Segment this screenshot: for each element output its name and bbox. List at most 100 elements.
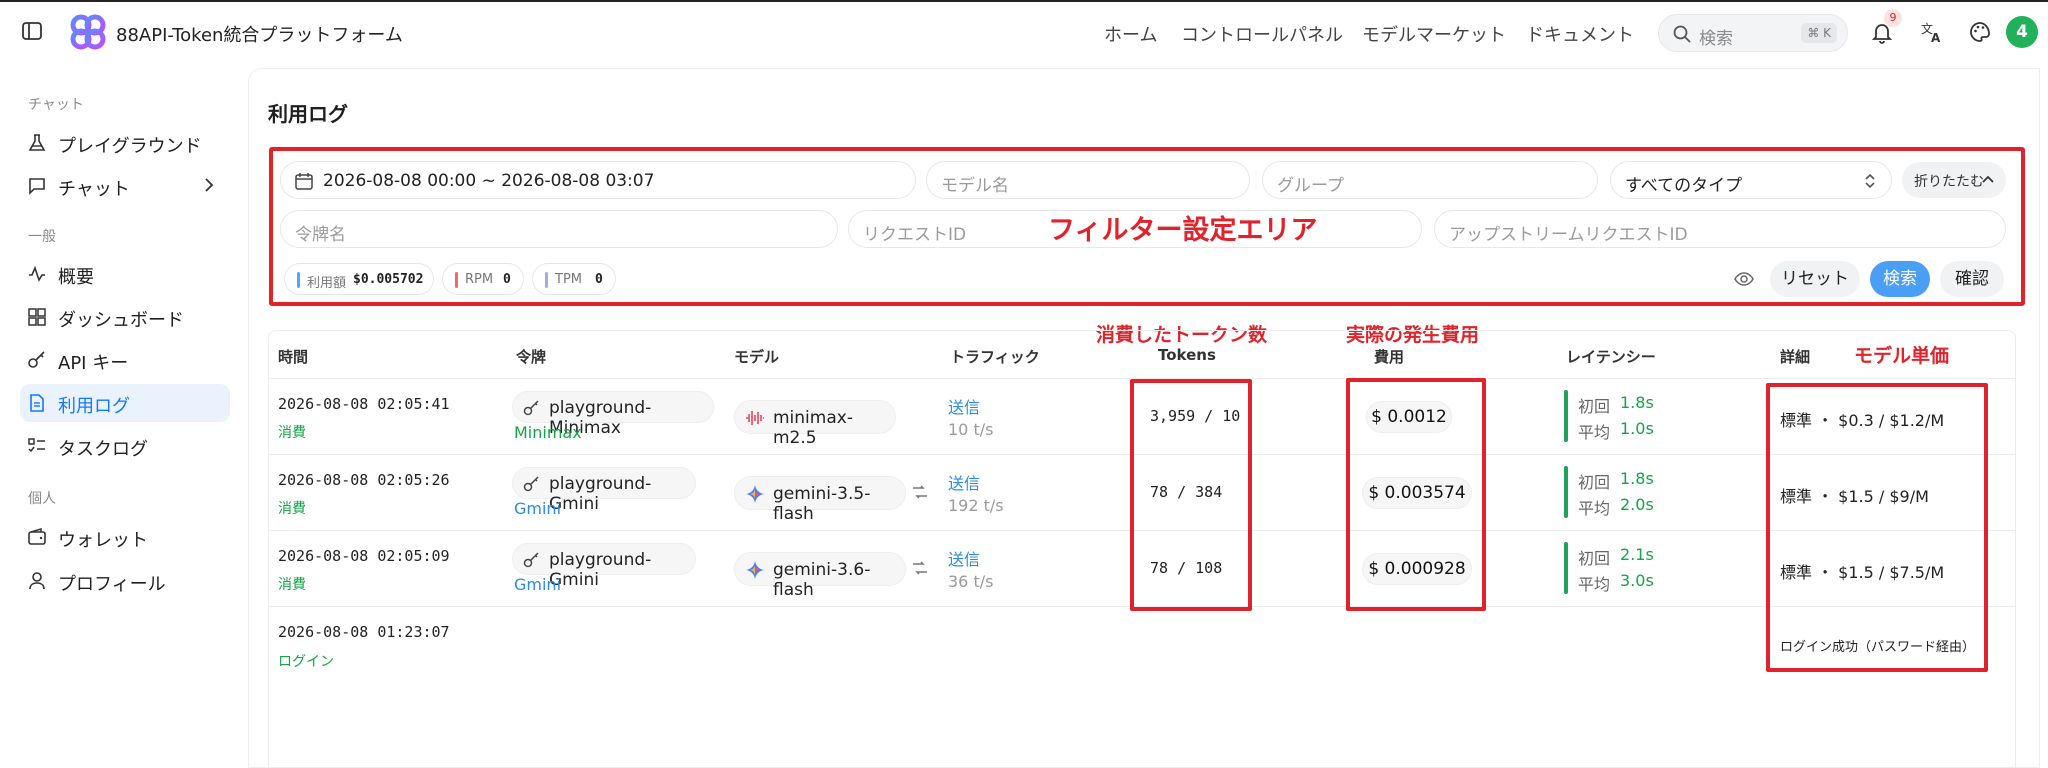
latency-avg-label: 平均 bbox=[1578, 423, 1611, 442]
usage-stat-value: $0.005702 bbox=[353, 272, 424, 287]
type-select[interactable]: すべてのタイプ bbox=[1610, 161, 1892, 199]
logo-icon[interactable] bbox=[70, 14, 106, 50]
user-avatar[interactable]: 4 bbox=[2006, 16, 2038, 48]
header-latency: レイテンシー bbox=[1566, 348, 1656, 366]
model-chip[interactable]: gemini-3.5-flash bbox=[734, 476, 906, 524]
key-icon bbox=[28, 351, 45, 368]
model-name: minimax-m2.5 bbox=[773, 408, 853, 448]
header-detail: 詳細 bbox=[1780, 348, 1811, 366]
chevron-updown-icon bbox=[1865, 173, 1875, 189]
row-time: 2026-08-08 01:23:07 bbox=[278, 623, 450, 641]
sidebar-item-playground[interactable]: プレイグラウンド bbox=[20, 124, 230, 162]
unit-price-annotation-box bbox=[1766, 383, 1988, 672]
token-name-placeholder: 令牌名 bbox=[295, 225, 346, 245]
request-id-placeholder: リクエストID bbox=[863, 225, 967, 245]
sidebar-item-wallet[interactable]: ウォレット bbox=[20, 518, 230, 556]
sidebar-item-label: プロフィール bbox=[58, 574, 166, 595]
sidebar-toggle-icon[interactable] bbox=[22, 22, 42, 40]
collapse-label: 折りたたむ bbox=[1914, 174, 1984, 190]
sidebar-item-label: プレイグラウンド bbox=[58, 136, 202, 157]
traffic-speed: 192 t/s bbox=[948, 496, 1004, 515]
row-kind: 消費 bbox=[278, 425, 306, 441]
sidebar-section-personal: 個人 bbox=[28, 491, 56, 507]
route-icon[interactable] bbox=[912, 484, 928, 500]
model-name-placeholder: モデル名 bbox=[941, 176, 1009, 196]
rpm-stat-bar bbox=[455, 272, 458, 288]
key-icon bbox=[523, 400, 539, 416]
rpm-stat-label: RPM bbox=[465, 272, 494, 287]
usage-stat: 利用額 $0.005702 bbox=[284, 263, 434, 295]
search-input[interactable]: 検索 ⌘ K bbox=[1658, 14, 1848, 52]
model-chip[interactable]: gemini-3.6-flash bbox=[734, 552, 906, 600]
sidebar-item-profile[interactable]: プロフィール bbox=[20, 562, 230, 600]
sidebar-item-chat[interactable]: チャット bbox=[20, 167, 230, 205]
nav-home[interactable]: ホーム bbox=[1104, 21, 1157, 47]
tpm-stat-bar bbox=[545, 272, 548, 288]
search-button[interactable]: 検索 bbox=[1870, 261, 1930, 297]
sidebar-item-label: API キー bbox=[58, 353, 129, 374]
flask-icon bbox=[28, 134, 46, 151]
search-placeholder: 検索 bbox=[1699, 29, 1733, 49]
sidebar-item-label: チャット bbox=[58, 179, 130, 200]
group-input[interactable]: グループ bbox=[1262, 161, 1598, 199]
collapse-button[interactable]: 折りたたむ bbox=[1902, 162, 2006, 198]
log-icon bbox=[30, 394, 44, 412]
traffic-send[interactable]: 送信 bbox=[948, 394, 980, 418]
row-kind: ログイン bbox=[278, 654, 334, 670]
model-name: gemini-3.6-flash bbox=[773, 560, 871, 600]
token-chip[interactable]: playground-Gmini bbox=[512, 543, 696, 590]
latency-first-label: 初回 bbox=[1578, 549, 1611, 568]
search-shortcut: ⌘ K bbox=[1801, 23, 1837, 43]
route-icon[interactable] bbox=[912, 560, 928, 576]
sidebar-item-label: 利用ログ bbox=[58, 396, 130, 417]
sidebar-item-api-keys[interactable]: API キー bbox=[20, 341, 230, 379]
row-group: Minimax bbox=[514, 423, 582, 442]
model-name-input[interactable]: モデル名 bbox=[926, 161, 1250, 199]
type-select-value: すべてのタイプ bbox=[1625, 176, 1743, 196]
rpm-stat: RPM 0 bbox=[442, 263, 524, 295]
app-title[interactable]: 88API-Token統合プラットフォーム bbox=[116, 21, 403, 47]
rpm-stat-value: 0 bbox=[503, 272, 511, 287]
latency-bar bbox=[1564, 542, 1568, 594]
latency-avg-value: 2.0s bbox=[1620, 495, 1654, 514]
latency-avg-value: 3.0s bbox=[1620, 571, 1654, 590]
token-chip[interactable]: playground-Minimax bbox=[512, 391, 714, 438]
model-name: gemini-3.5-flash bbox=[773, 484, 871, 524]
sidebar-item-overview[interactable]: 概要 bbox=[20, 255, 230, 293]
nav-docs[interactable]: ドキュメント bbox=[1526, 21, 1634, 47]
sidebar-section-chat: チャット bbox=[28, 97, 84, 113]
header-model: モデル bbox=[734, 348, 780, 366]
sidebar-item-label: ダッシュボード bbox=[58, 310, 184, 331]
sidebar-section-general: 一般 bbox=[28, 229, 56, 245]
upstream-request-id-input[interactable]: アップストリームリクエストID bbox=[1434, 210, 2006, 248]
token-name: playground-Gmini bbox=[549, 474, 652, 514]
confirm-button[interactable]: 確認 bbox=[1940, 261, 2004, 297]
sidebar-item-task-log[interactable]: タスクログ bbox=[20, 427, 230, 465]
row-time: 2026-08-08 02:05:41 bbox=[278, 395, 450, 413]
translate-icon[interactable]: 文 A bbox=[1920, 20, 1944, 44]
tpm-stat-label: TPM bbox=[555, 272, 582, 287]
nav-model-market[interactable]: モデルマーケット bbox=[1362, 21, 1506, 47]
date-range-picker[interactable]: 2026-08-08 00:00 ~ 2026-08-08 03:07 bbox=[280, 161, 916, 199]
group-placeholder: グループ bbox=[1277, 176, 1344, 196]
page-title: 利用ログ bbox=[268, 102, 348, 126]
header-cost: 費用 bbox=[1374, 348, 1405, 366]
sidebar-item-dashboard[interactable]: ダッシュボード bbox=[20, 298, 230, 336]
token-chip[interactable]: playground-Gmini bbox=[512, 467, 696, 514]
sidebar-item-label: ウォレット bbox=[58, 530, 148, 551]
sparkle-icon bbox=[746, 485, 764, 503]
token-name-input[interactable]: 令牌名 bbox=[280, 210, 838, 248]
palette-icon[interactable] bbox=[1968, 20, 1992, 44]
model-chip[interactable]: minimax-m2.5 bbox=[734, 400, 896, 448]
row-time: 2026-08-08 02:05:09 bbox=[278, 547, 450, 565]
latency-avg-value: 1.0s bbox=[1620, 419, 1654, 438]
traffic-send[interactable]: 送信 bbox=[948, 470, 980, 494]
nav-console[interactable]: コントロールパネル bbox=[1181, 21, 1343, 47]
wallet-icon bbox=[28, 528, 46, 545]
reset-button[interactable]: リセット bbox=[1770, 261, 1860, 297]
traffic-send[interactable]: 送信 bbox=[948, 546, 980, 570]
latency-first-label: 初回 bbox=[1578, 397, 1611, 416]
sidebar-item-usage-log[interactable]: 利用ログ bbox=[20, 384, 230, 422]
chevron-right-icon bbox=[205, 178, 214, 192]
eye-icon[interactable] bbox=[1734, 270, 1754, 288]
